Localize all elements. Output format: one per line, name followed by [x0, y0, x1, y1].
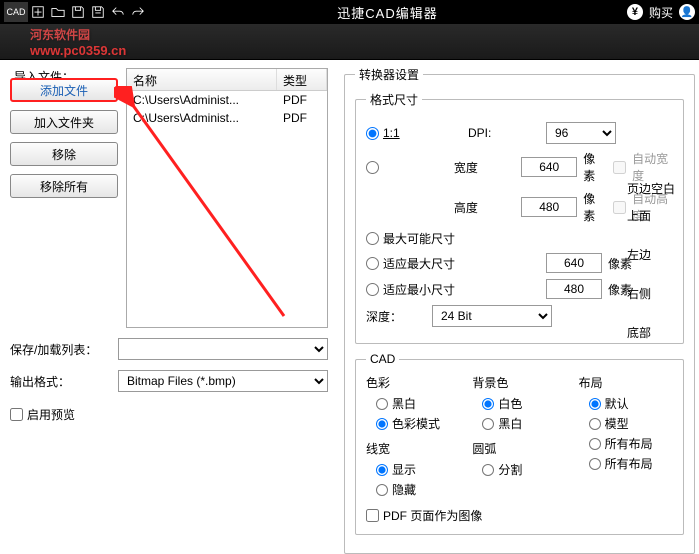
converter-settings-legend: 转换器设置 — [355, 66, 423, 83]
dpi-select[interactable]: 96 — [546, 122, 616, 144]
cad-badge: CAD — [4, 2, 28, 22]
file-list[interactable]: 名称 类型 C:\Users\Administ... PDF C:\Users\… — [126, 68, 328, 328]
radio-1-1[interactable] — [366, 127, 379, 140]
format-size-legend: 格式尺寸 — [366, 91, 422, 108]
app-title: 迅捷CAD编辑器 — [148, 3, 627, 22]
col-type[interactable]: 类型 — [277, 69, 327, 90]
radio-lw-show[interactable] — [376, 464, 388, 476]
radio-layout-all[interactable] — [589, 438, 601, 450]
save-load-list-label: 保存/加载列表： — [10, 341, 110, 358]
undo-icon[interactable] — [108, 2, 128, 22]
add-file-button[interactable]: 添加文件 — [10, 78, 118, 102]
table-row[interactable]: C:\Users\Administ... PDF — [127, 109, 327, 127]
radio-layout-default[interactable] — [589, 398, 601, 410]
remove-button[interactable]: 移除 — [10, 142, 118, 166]
dpi-label: DPI: — [468, 126, 540, 140]
radio-bg-white[interactable] — [482, 398, 494, 410]
fit-min-input[interactable] — [546, 279, 602, 299]
user-icon[interactable]: 👤 — [679, 4, 695, 20]
auto-height-checkbox — [613, 201, 626, 214]
radio-width[interactable] — [366, 161, 379, 174]
width-input[interactable] — [521, 157, 577, 177]
radio-color-bw[interactable] — [376, 398, 388, 410]
radio-lw-hide[interactable] — [376, 484, 388, 496]
output-format-select[interactable]: Bitmap Files (*.bmp) — [118, 370, 328, 392]
radio-layout-model[interactable] — [589, 418, 601, 430]
radio-fit-min[interactable] — [366, 283, 379, 296]
new-icon[interactable] — [28, 2, 48, 22]
radio-layout-all2[interactable] — [589, 458, 601, 470]
save-load-list-select[interactable] — [118, 338, 328, 360]
margins-group: 页边空白 上面 左边 右侧 底部 — [627, 180, 677, 363]
fit-max-input[interactable] — [546, 253, 602, 273]
radio-color-mode[interactable] — [376, 418, 388, 430]
auto-width-checkbox — [613, 161, 626, 174]
height-input[interactable] — [521, 197, 577, 217]
currency-icon[interactable]: ¥ — [627, 4, 643, 20]
enable-preview-label: 启用预览 — [27, 406, 75, 423]
cad-legend: CAD — [366, 352, 399, 366]
radio-arc-split[interactable] — [482, 464, 494, 476]
open-icon[interactable] — [48, 2, 68, 22]
radio-max-possible[interactable] — [366, 232, 379, 245]
buy-link[interactable]: 购买 — [649, 4, 673, 21]
depth-label: 深度： — [366, 308, 426, 325]
remove-all-button[interactable]: 移除所有 — [10, 174, 118, 198]
redo-icon[interactable] — [128, 2, 148, 22]
save-icon[interactable] — [68, 2, 88, 22]
output-format-label: 输出格式： — [10, 373, 110, 390]
saveas-icon[interactable] — [88, 2, 108, 22]
watermark: 河东软件园 www.pc0359.cn — [30, 26, 126, 58]
radio-fit-max[interactable] — [366, 257, 379, 270]
pdf-as-image-checkbox[interactable] — [366, 509, 379, 522]
enable-preview-checkbox[interactable] — [10, 408, 23, 421]
add-folder-button[interactable]: 加入文件夹 — [10, 110, 118, 134]
radio-bg-black[interactable] — [482, 418, 494, 430]
depth-select[interactable]: 24 Bit — [432, 305, 552, 327]
col-name[interactable]: 名称 — [127, 69, 277, 90]
table-row[interactable]: C:\Users\Administ... PDF — [127, 91, 327, 109]
